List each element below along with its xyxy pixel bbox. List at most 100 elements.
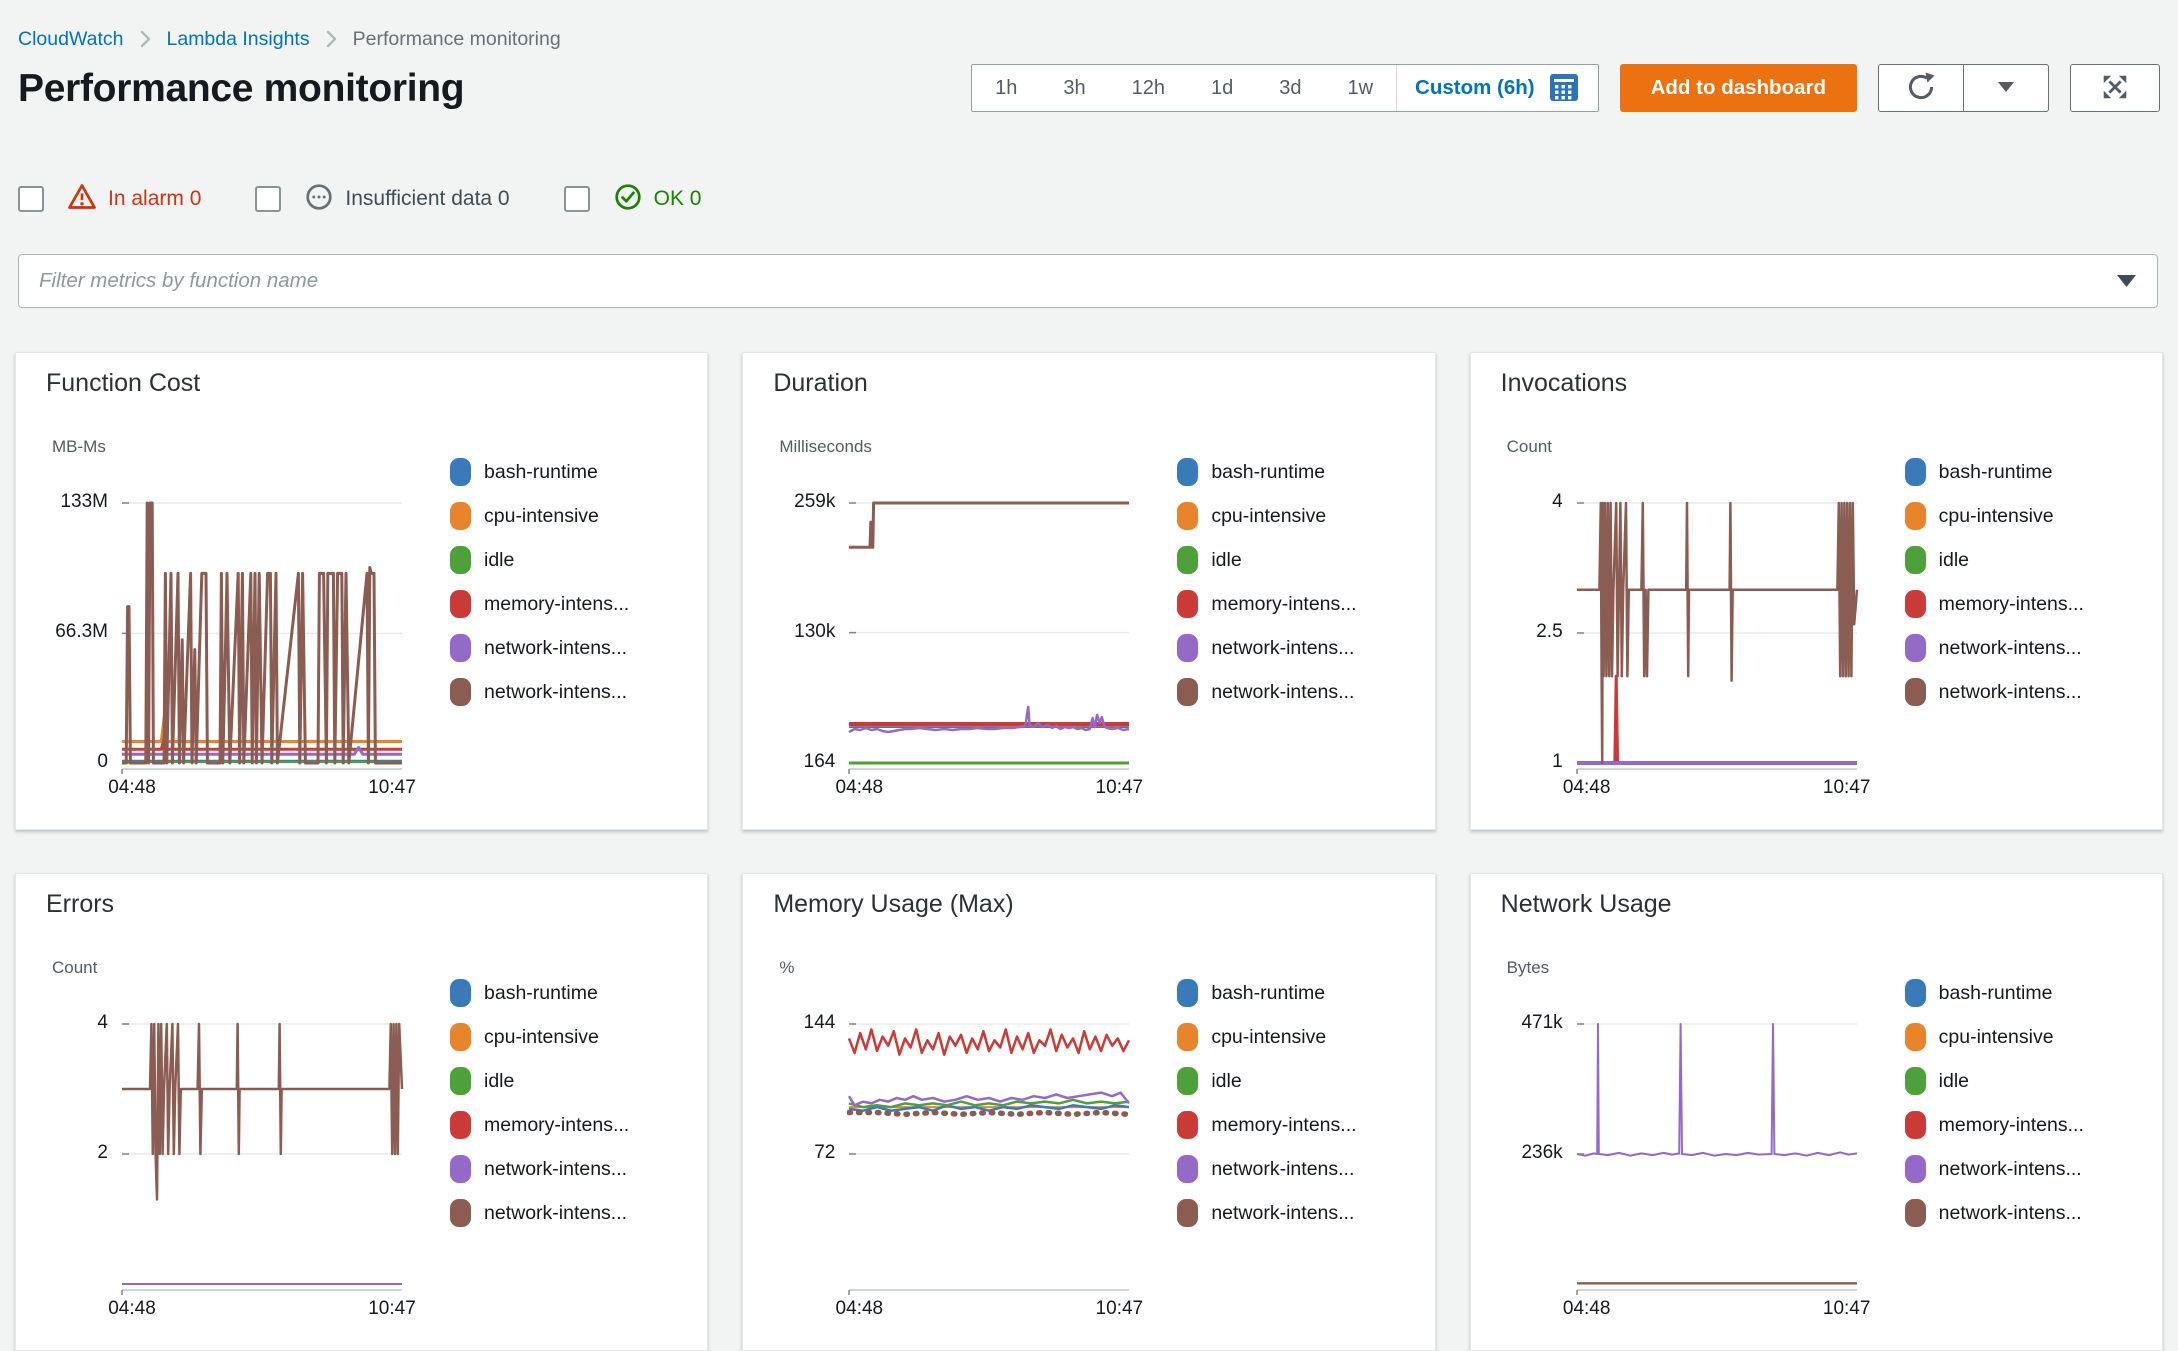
legend-label: network-intens...: [1211, 1157, 1355, 1180]
y-axis-tick-label: 2: [97, 1142, 108, 1163]
chart-plot-area[interactable]: 4 2.5 1 04:48 10:47: [1536, 468, 1870, 798]
x-axis-tick-label: 10:47: [1822, 777, 1871, 798]
legend-item[interactable]: memory-intens...: [1904, 582, 2084, 626]
legend-item[interactable]: cpu-intensive: [1177, 494, 1356, 538]
refresh-button[interactable]: [1878, 64, 1964, 112]
chart-title: Duration: [773, 369, 868, 397]
metric-card: Network Usage Bytes 471k 236k 04:48 10:47 …: [1469, 873, 2163, 1351]
metric-card: Memory Usage (Max) % 144 72 04:48 10:47 ba…: [742, 873, 1436, 1351]
add-to-dashboard-button[interactable]: Add to dashboard: [1619, 64, 1857, 112]
legend-swatch: [450, 1023, 471, 1051]
in-alarm-checkbox[interactable]: [18, 186, 44, 212]
chart-plot-area[interactable]: 259k 130k 164 04:48 10:47: [794, 468, 1143, 798]
legend-item[interactable]: cpu-intensive: [1177, 1015, 1356, 1059]
fullscreen-expand-icon: [2099, 71, 2131, 106]
legend-item[interactable]: cpu-intensive: [450, 1015, 629, 1059]
legend-swatch: [1177, 590, 1199, 618]
legend-swatch: [1904, 458, 1926, 486]
y-axis-tick-label: 130k: [794, 620, 836, 642]
x-axis-tick-label: 10:47: [1822, 1298, 1871, 1319]
legend-label: cpu-intensive: [484, 504, 599, 527]
legend-item[interactable]: cpu-intensive: [450, 494, 629, 538]
legend-swatch: [1177, 678, 1199, 706]
legend-item[interactable]: bash-runtime: [1177, 450, 1356, 494]
legend-item[interactable]: network-intens...: [450, 1147, 629, 1191]
legend-item[interactable]: idle: [1904, 1059, 2084, 1103]
legend-label: bash-runtime: [484, 460, 598, 483]
legend-item[interactable]: memory-intens...: [450, 582, 629, 626]
legend-item[interactable]: bash-runtime: [1177, 971, 1356, 1015]
legend-item[interactable]: idle: [1177, 1059, 1356, 1103]
legend-item[interactable]: idle: [1177, 538, 1356, 582]
x-axis-tick-label: 10:47: [368, 1298, 416, 1319]
breadcrumb-link-lambda-insights[interactable]: Lambda Insights: [167, 28, 310, 51]
refresh-options-button[interactable]: [1963, 64, 2049, 112]
legend-item[interactable]: network-intens...: [1177, 670, 1356, 714]
legend-item[interactable]: memory-intens...: [450, 1103, 629, 1147]
legend-item[interactable]: network-intens...: [450, 1191, 629, 1235]
legend-item[interactable]: network-intens...: [1177, 1147, 1356, 1191]
insufficient-data-checkbox[interactable]: [255, 186, 282, 212]
alarm-warning-icon: [67, 182, 97, 217]
legend-swatch: [450, 678, 471, 706]
legend-label: network-intens...: [1211, 680, 1355, 703]
legend-item[interactable]: network-intens...: [1177, 626, 1356, 670]
fullscreen-button[interactable]: [2070, 64, 2160, 112]
legend-item[interactable]: idle: [450, 538, 629, 582]
legend-label: idle: [484, 1069, 515, 1092]
time-range-12h[interactable]: 12h: [1109, 65, 1188, 111]
legend-item[interactable]: bash-runtime: [1904, 971, 2084, 1015]
legend-label: network-intens...: [1938, 1157, 2082, 1180]
chart-plot-area[interactable]: 133M 66.3M 0 04:48 10:47: [55, 468, 416, 798]
legend-item[interactable]: idle: [450, 1059, 629, 1103]
legend-item[interactable]: idle: [1904, 538, 2084, 582]
time-range-1w[interactable]: 1w: [1324, 65, 1396, 111]
custom-time-range-label: Custom (6h): [1415, 76, 1535, 99]
legend-item[interactable]: network-intens...: [1904, 1191, 2084, 1235]
legend-item[interactable]: network-intens...: [450, 670, 629, 714]
legend-item[interactable]: network-intens...: [1177, 1191, 1356, 1235]
y-axis-unit-label: Bytes: [1506, 958, 1550, 977]
filter-metrics-input[interactable]: [18, 254, 2158, 308]
legend-item[interactable]: network-intens...: [1904, 1147, 2084, 1191]
legend-item[interactable]: bash-runtime: [1904, 450, 2084, 494]
y-axis-unit-label: Milliseconds: [779, 437, 872, 456]
legend-label: bash-runtime: [1938, 460, 2053, 483]
custom-time-range-button[interactable]: Custom (6h): [1397, 65, 1598, 111]
chart-plot-area[interactable]: 4 2 04:48 10:47: [97, 989, 415, 1319]
time-range-3h[interactable]: 3h: [1040, 65, 1108, 111]
metric-card: Duration Milliseconds 259k 130k 164 04:48 1…: [742, 352, 1436, 830]
legend-swatch: [450, 1067, 471, 1095]
time-range-1d[interactable]: 1d: [1188, 65, 1256, 111]
legend-item[interactable]: network-intens...: [1904, 670, 2084, 714]
x-axis-tick-label: 04:48: [108, 777, 156, 798]
y-axis-tick-label: 144: [803, 1012, 836, 1033]
legend-swatch: [1904, 678, 1926, 706]
breadcrumb-link-cloudwatch[interactable]: CloudWatch: [18, 28, 124, 51]
legend-item[interactable]: network-intens...: [1904, 626, 2084, 670]
chart-plot-area[interactable]: 144 72 04:48 10:47: [804, 989, 1143, 1319]
ok-checkbox[interactable]: [563, 186, 590, 212]
y-axis-unit-label: MB-Ms: [52, 437, 106, 456]
legend-item[interactable]: cpu-intensive: [1904, 494, 2084, 538]
breadcrumb: CloudWatch Lambda Insights Performance m…: [18, 26, 2160, 52]
time-range-1h[interactable]: 1h: [972, 65, 1040, 111]
filter-dropdown-caret-icon[interactable]: [2117, 275, 2136, 293]
legend-swatch: [1177, 1067, 1199, 1095]
insufficient-data-label: Insufficient data 0: [345, 187, 510, 210]
legend-item[interactable]: bash-runtime: [450, 971, 629, 1015]
chart-legend: bash-runtime cpu-intensive idle memory-inte…: [1904, 450, 2084, 714]
legend-swatch: [1904, 1199, 1926, 1227]
legend-item[interactable]: network-intens...: [450, 626, 629, 670]
in-alarm-label: In alarm 0: [108, 187, 202, 210]
legend-item[interactable]: memory-intens...: [1177, 582, 1357, 626]
legend-item[interactable]: cpu-intensive: [1904, 1015, 2084, 1059]
legend-item[interactable]: memory-intens...: [1904, 1103, 2084, 1147]
chart-plot-area[interactable]: 471k 236k 04:48 10:47: [1521, 989, 1870, 1319]
legend-item[interactable]: bash-runtime: [450, 450, 629, 494]
legend-item[interactable]: memory-intens...: [1177, 1103, 1357, 1147]
time-range-3d[interactable]: 3d: [1256, 65, 1324, 111]
legend-label: network-intens...: [1211, 1201, 1355, 1224]
legend-label: idle: [1211, 548, 1242, 571]
legend-swatch: [450, 634, 471, 662]
